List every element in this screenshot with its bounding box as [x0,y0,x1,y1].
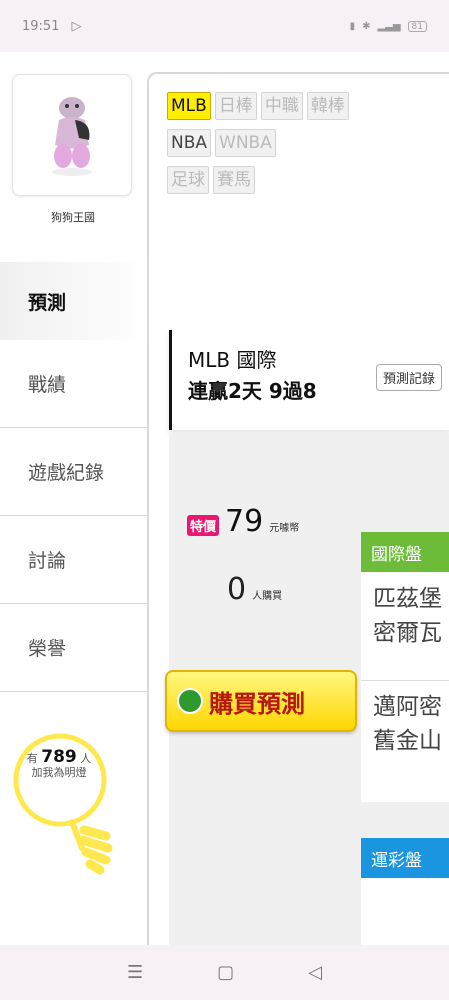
left-sidebar: 狗狗王國 預測 戰績 遊戲紀錄 討論 榮譽 有 789 人 加我為明燈 [0,52,150,945]
nav-item-record[interactable]: 戰績 [0,340,150,428]
battery-icon: 81 [407,20,427,32]
status-time: 19:51 [22,18,60,34]
lamp-count: 789 [41,747,77,767]
buyers-label: 人購買 [252,591,283,602]
nav-item-honor[interactable]: 榮譽 [0,604,150,692]
lamp-suffix: 人 [80,752,92,765]
buy-prediction-button[interactable]: 購買預測 [165,670,357,732]
nav-item-label: 討論 [28,550,67,572]
lamp-subtitle: 加我為明燈 [31,766,87,779]
lamp-prefix: 有 [26,752,38,765]
tab-wnba[interactable]: WNBA [215,129,276,157]
game-team: 舊金山 [373,728,442,754]
tab-nba[interactable]: NBA [167,129,212,157]
game-team: 邁阿密 [373,694,442,720]
avatar[interactable] [12,74,132,196]
dog-figure-icon [52,97,92,176]
nav-item-prediction[interactable]: 預測 [0,262,150,340]
prediction-content: 特價 79 元噱幣 0 人購買 購買預測 國際盤 匹茲堡 密爾瓦 邁阿密 舊金山… [165,434,449,945]
buyers-row: 0 人購買 [227,572,282,607]
lottery-panel [361,878,449,945]
buyers-count: 0 [227,572,247,607]
price-row: 特價 79 元噱幣 [187,504,299,539]
price-value: 79 [225,504,264,539]
coin-icon [177,688,203,714]
tab-cpbl[interactable]: 中職 [260,92,303,120]
nav-item-discussion[interactable]: 討論 [0,516,150,604]
tab-horse-racing[interactable]: 賽馬 [213,166,255,194]
game-team: 匹茲堡 [373,586,442,612]
nav-item-label: 榮譽 [28,638,67,660]
international-panel: 匹茲堡 密爾瓦 邁阿密 舊金山 [361,572,449,802]
nav-item-game-history[interactable]: 遊戲紀錄 [0,428,150,516]
side-nav: 預測 戰績 遊戲紀錄 討論 榮譽 [0,262,150,692]
home-icon[interactable]: ▢ [217,962,234,983]
main-panel: MLB 日棒 中職 韓棒 NBA WNBA 足球 賽馬 MLB 國際 連贏2天 … [147,72,449,945]
international-header: 國際盤 [361,532,449,572]
profile-name: 狗狗王國 [51,211,95,224]
tab-soccer[interactable]: 足球 [167,166,209,194]
app-body: 狗狗王國 預測 戰績 遊戲紀錄 討論 榮譽 有 789 人 加我為明燈 MLB … [0,52,449,945]
vibrate-icon: ▮ [349,20,356,32]
menu-icon[interactable]: ☰ [127,962,143,983]
signal-icon: ▂▃▅ [377,20,401,32]
tab-kbo[interactable]: 韓棒 [306,92,349,120]
back-icon[interactable]: ◁ [308,962,322,983]
prediction-record-button[interactable]: 預測記錄 [376,364,443,391]
prediction-header: MLB 國際 連贏2天 9過8 預測記錄 [169,330,449,430]
sale-badge: 特價 [187,515,220,536]
tab-mlb[interactable]: MLB [167,92,211,120]
nav-item-label: 預測 [28,292,67,314]
nav-item-label: 遊戲紀錄 [28,462,105,484]
league-tabs: MLB 日棒 中職 韓棒 NBA WNBA 足球 賽馬 [167,92,447,203]
play-icon: ▷ [71,18,82,34]
status-bar: 19:51 ▷ ▮ ✱ ▂▃▅ 81 [0,0,449,52]
buy-prediction-label: 購買預測 [209,689,305,718]
lottery-header: 運彩盤 [361,838,449,878]
tab-npb[interactable]: 日棒 [214,92,257,120]
bluetooth-icon: ✱ [362,20,371,32]
divider [361,680,449,681]
game-team: 密爾瓦 [373,620,442,646]
follower-count[interactable]: 有 789 人 加我為明燈 [14,747,104,780]
system-nav-bar: ☰ ▢ ◁ [0,945,449,1000]
nav-item-label: 戰績 [28,374,67,396]
price-unit: 元噱幣 [269,523,300,534]
